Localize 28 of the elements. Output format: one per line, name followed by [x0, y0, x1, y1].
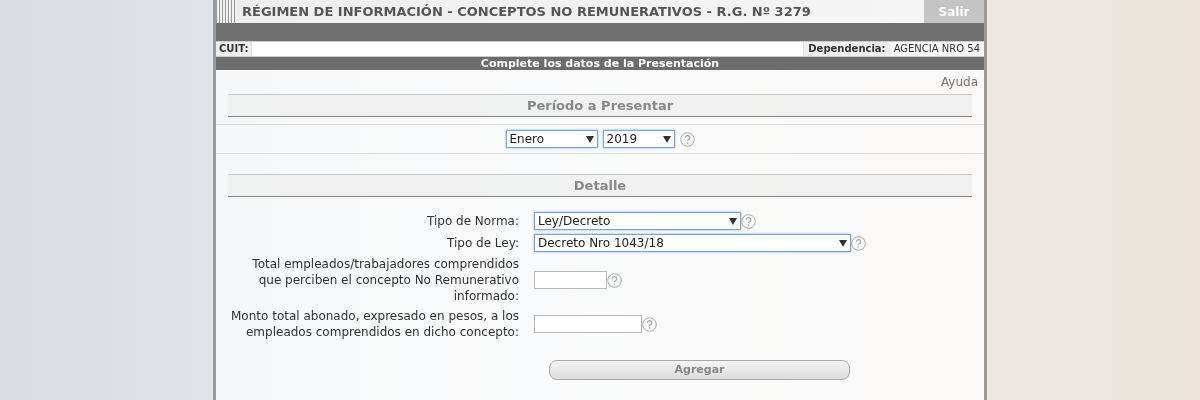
stripes-icon	[216, 0, 236, 23]
field-label: Tipo de Ley:	[446, 235, 520, 251]
year-select[interactable]: 2019	[602, 130, 675, 148]
section-bar: Complete los datos de la Presentación	[216, 57, 984, 70]
field-label: Tipo de Norma:	[426, 213, 520, 229]
cuit-label: CUIT:	[216, 42, 252, 56]
month-select[interactable]: Enero	[505, 130, 598, 148]
help-icon[interactable]	[679, 131, 695, 147]
field-label: Monto total abonado, expresado en pesos, a los empleados comprendidos en dicho concepto:	[230, 308, 520, 340]
dependencia-value: AGENCIA NRO 54	[892, 42, 981, 56]
input-field[interactable]	[534, 271, 607, 289]
dependencia-label: Dependencia:	[804, 42, 890, 56]
help-icon[interactable]	[607, 272, 622, 288]
page-title: RÉGIMEN DE INFORMACIÓN - CONCEPTOS NO REMUNERATIVOS - R.G. Nº 3279	[242, 2, 812, 21]
dropdown-field[interactable]: Ley/Decreto	[534, 212, 741, 230]
help-link[interactable]: Ayuda	[940, 73, 978, 91]
field-label: Total empleados/trabajadores comprendidos que perciben el concepto No Remunerativo informado:	[251, 256, 520, 304]
help-icon[interactable]	[642, 316, 657, 332]
help-icon[interactable]	[851, 235, 866, 251]
dropdown-field[interactable]: Decreto Nro 1043/18	[534, 234, 851, 252]
section-heading: Detalle	[228, 174, 972, 197]
caret-icon	[585, 135, 594, 143]
input-field[interactable]	[534, 315, 642, 333]
caret-icon	[839, 239, 847, 247]
caret-icon	[729, 217, 737, 225]
caret-icon	[662, 135, 671, 143]
section-heading: Período a Presentar	[228, 94, 972, 117]
help-icon[interactable]	[741, 213, 756, 229]
